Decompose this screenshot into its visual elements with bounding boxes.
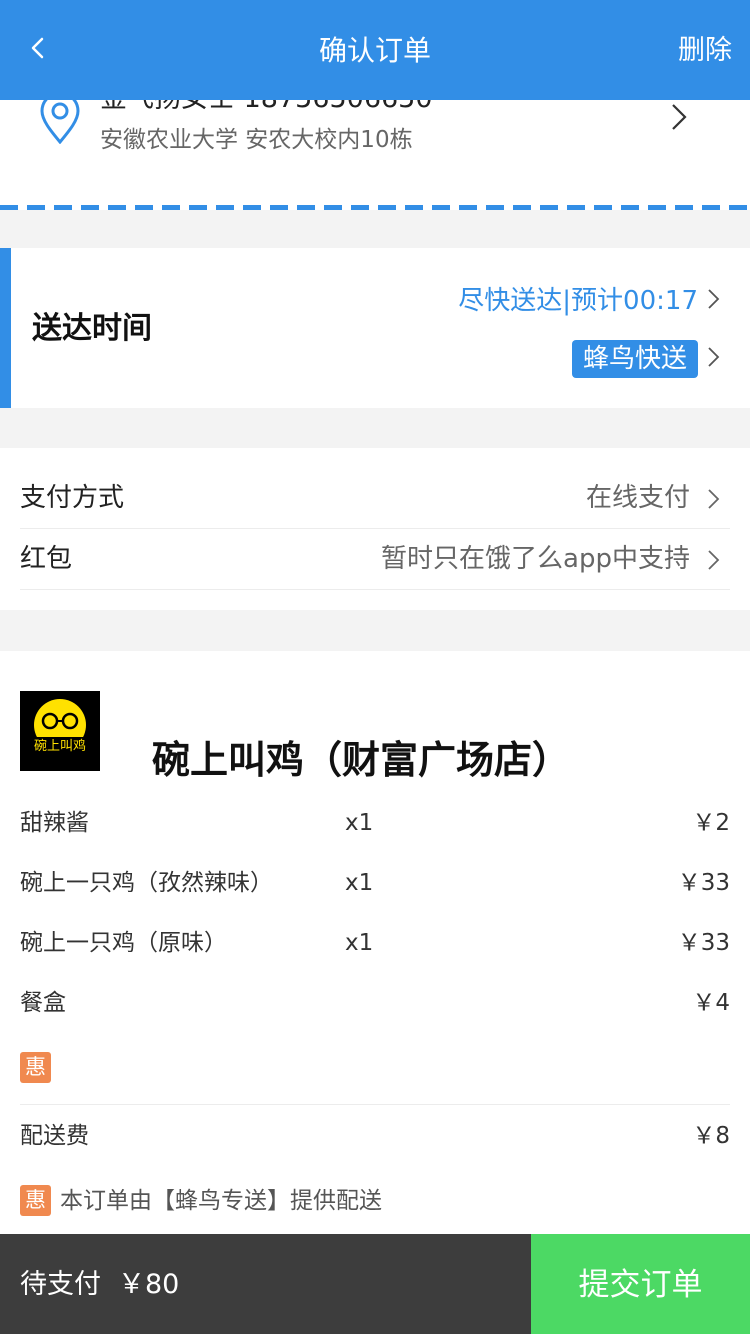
address-card[interactable]: 金飞扬女士 18756506650 安徽农业大学 安农大校内10栋 [0,100,750,210]
header-bar: 确认订单 删除 [0,0,750,100]
chevron-right-icon [672,104,687,130]
delivery-eta[interactable]: 尽快送达|预计00:17 [458,280,698,317]
item-price: ￥4 [692,990,730,1016]
checkout-bar: 待支付 ￥80 提交订单 [0,1234,750,1334]
accent-bar [0,248,11,408]
payment-method-row[interactable]: 支付方式 在线支付 [20,468,730,529]
order-item: 碗上一只鸡（孜然辣味） x1 ￥33 [20,863,730,903]
order-item: 餐盒 ￥4 [20,983,730,1023]
delivery-note: 本订单由【蜂鸟专送】提供配送 [60,1188,382,1214]
item-name: 餐盒 [20,990,66,1016]
order-item: 甜辣酱 x1 ￥2 [20,803,730,843]
divider [20,1104,730,1105]
item-price: ￥2 [692,810,730,836]
red-packet-value: 暂时只在饿了么app中支持 [381,544,690,574]
delivery-fee-label: 配送费 [20,1123,89,1149]
delivery-fee-value: ￥8 [692,1123,730,1149]
chicken-logo-icon: 碗上叫鸡 [28,699,92,754]
item-price: ￥33 [677,930,730,956]
address-dashed-border [0,205,750,210]
delivery-time-label: 送达时间 [32,311,152,346]
payment-method-label: 支付方式 [20,483,125,513]
discount-badge: 惠 [20,1185,51,1216]
delivery-time-section[interactable]: 送达时间 尽快送达|预计00:17 蜂鸟快送 [0,248,750,408]
submit-order-button[interactable]: 提交订单 [531,1234,750,1334]
order-section: 碗上叫鸡 碗上叫鸡（财富广场店） 甜辣酱 x1 ￥2 碗上一只鸡（孜然辣味） x… [0,651,750,1235]
payment-method-value: 在线支付 [585,483,690,513]
pending-payment: 待支付 ￥80 [0,1234,531,1334]
page-title: 确认订单 [318,34,431,67]
item-name: 碗上一只鸡（原味） [20,930,227,956]
pending-label: 待支付 [20,1269,101,1300]
red-packet-row[interactable]: 红包 暂时只在饿了么app中支持 [20,529,730,590]
address-contact: 金飞扬女士 18756506650 [100,100,433,115]
item-qty: x1 [345,870,374,896]
discount-badge: 惠 [20,1052,51,1083]
shop-name: 碗上叫鸡（财富广场店） [152,738,571,782]
chevron-right-icon [708,489,720,509]
item-qty: x1 [345,930,374,956]
shop-logo: 碗上叫鸡 [20,691,100,771]
item-price: ￥33 [677,870,730,896]
order-item: 碗上一只鸡（原味） x1 ￥33 [20,923,730,963]
item-name: 甜辣酱 [20,810,89,836]
payment-section: 支付方式 在线支付 红包 暂时只在饿了么app中支持 [0,448,750,610]
address-detail: 安徽农业大学 安农大校内10栋 [100,127,413,153]
total-amount: ￥80 [118,1269,180,1300]
delivery-service-badge[interactable]: 蜂鸟快送 [571,340,698,378]
chevron-right-icon [708,347,720,367]
red-packet-label: 红包 [20,544,73,574]
item-name: 碗上一只鸡（孜然辣味） [20,870,273,896]
delete-button[interactable]: 删除 [678,0,732,100]
delivery-fee-row: 配送费 ￥8 [20,1116,730,1156]
shop-logo-text: 碗上叫鸡 [34,738,86,754]
chevron-right-icon [708,289,720,309]
chevron-right-icon [708,550,720,570]
location-pin-icon [40,100,80,144]
item-qty: x1 [345,810,374,836]
